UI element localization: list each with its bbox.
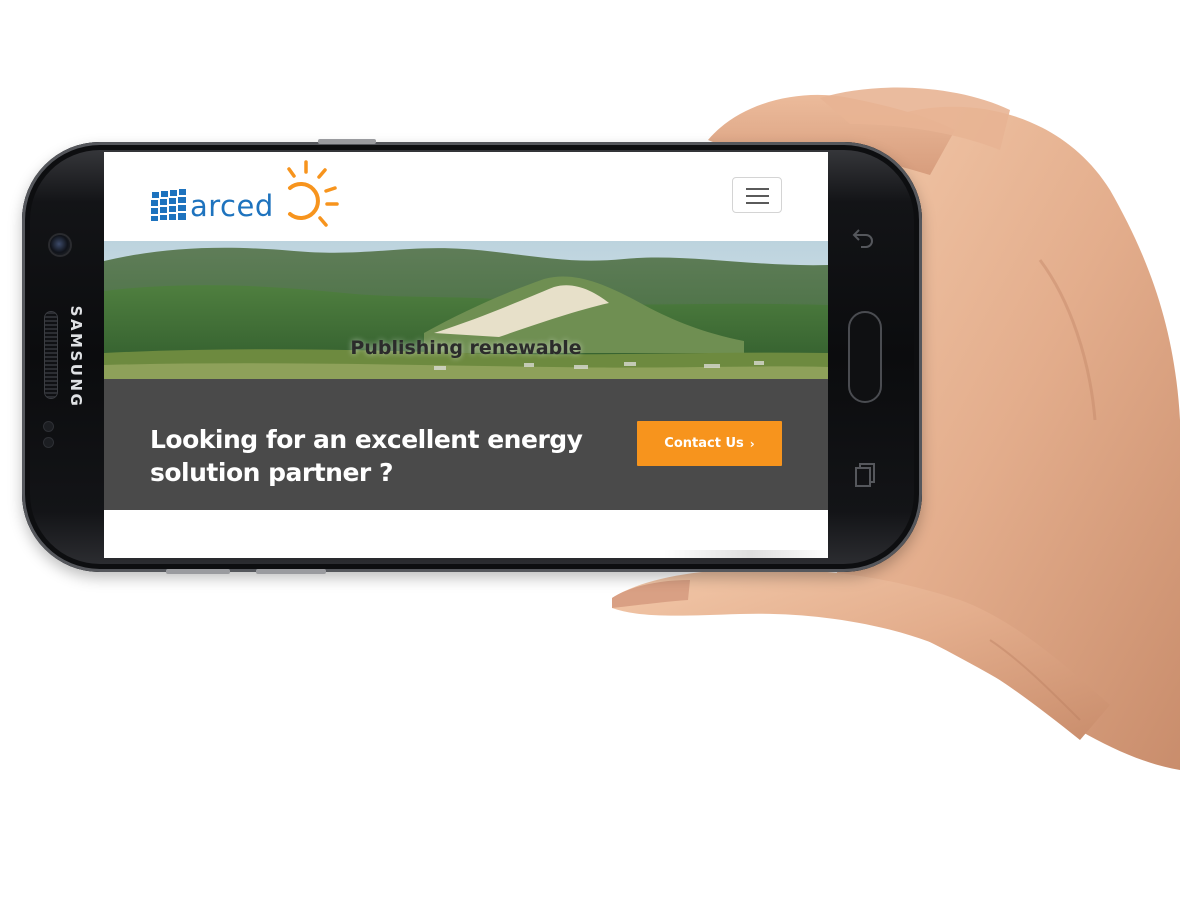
phone-screen: arced Publishing renewable Looking for a… — [104, 152, 828, 558]
home-button[interactable] — [848, 311, 882, 403]
chevron-right-icon: › — [749, 436, 755, 451]
screen-glare — [664, 550, 828, 558]
cta-section: Looking for an excellent energy solution… — [104, 379, 828, 510]
hero-caption: Publishing renewable — [350, 337, 582, 359]
contact-us-button[interactable]: Contact Us › — [637, 421, 782, 466]
recent-apps-icon[interactable] — [854, 462, 876, 493]
proximity-sensor — [44, 422, 53, 431]
menu-toggle-button[interactable] — [732, 177, 782, 213]
power-button — [318, 139, 376, 144]
site-navbar: arced — [104, 152, 828, 241]
earpiece-speaker — [45, 312, 57, 398]
solar-panel-icon — [151, 189, 186, 221]
sun-icon — [287, 160, 339, 227]
device-brand: SAMSUNG — [67, 305, 85, 409]
hamburger-icon — [746, 188, 769, 190]
cta-headline: Looking for an excellent energy solution… — [150, 425, 583, 487]
hero-banner: Publishing renewable — [104, 241, 828, 379]
volume-up-button — [256, 569, 326, 574]
logo-wordmark: arced — [190, 189, 274, 223]
back-arrow-icon[interactable] — [852, 226, 876, 257]
site-logo[interactable]: arced — [150, 158, 340, 238]
contact-us-label: Contact Us — [664, 436, 744, 451]
front-camera — [50, 235, 70, 255]
light-sensor — [44, 438, 53, 447]
volume-down-button — [166, 569, 230, 574]
